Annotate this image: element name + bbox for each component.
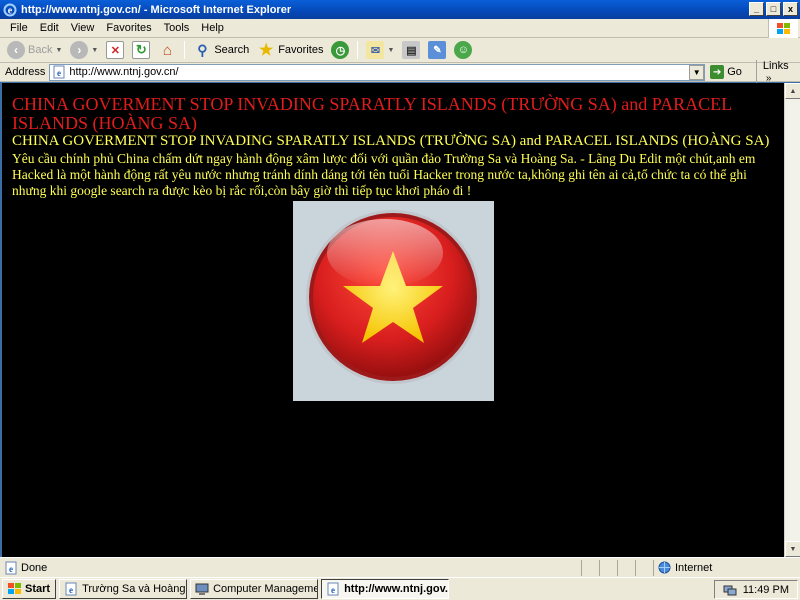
page-subheading: CHINA GOVERMENT STOP INVADING SPARATLY I…: [12, 133, 770, 149]
ie-page-icon: e: [327, 582, 339, 596]
history-button[interactable]: ◷: [328, 39, 352, 61]
toolbar: ‹ Back ▼ › ▼ ✕ ↻ ⌂ ⚲ Search ★ Favorites …: [0, 38, 800, 63]
menu-file[interactable]: File: [4, 22, 34, 34]
stop-icon: ✕: [106, 41, 125, 59]
mail-icon: ✉: [366, 41, 385, 59]
system-tray: 11:49 PM: [713, 580, 798, 599]
menu-bar: File Edit View Favorites Tools Help: [0, 19, 800, 38]
start-label: Start: [25, 583, 51, 595]
edit-page-icon: ✎: [428, 41, 447, 59]
links-toolbar[interactable]: Links »: [755, 60, 800, 84]
status-cell: [599, 559, 617, 576]
favorites-label: Favorites: [278, 44, 324, 56]
edit-button[interactable]: ✎: [425, 39, 449, 61]
page-done-icon: e: [5, 561, 17, 574]
close-button[interactable]: x: [783, 2, 798, 16]
home-button[interactable]: ⌂: [155, 39, 179, 61]
home-icon: ⌂: [162, 41, 172, 59]
printer-icon: ▤: [402, 41, 421, 59]
links-label: Links: [762, 60, 789, 72]
favorites-button[interactable]: ★ Favorites: [254, 39, 326, 61]
page-icon: e: [53, 65, 65, 79]
status-cell: [617, 559, 635, 576]
computer-management-icon: [195, 583, 209, 595]
search-icon: ⚲: [197, 41, 208, 58]
taskbar-item-computer-management[interactable]: Computer Management: [190, 579, 319, 599]
back-button[interactable]: ‹ Back ▼: [4, 39, 65, 61]
address-input[interactable]: e http://www.ntnj.gov.cn/ ▼: [49, 63, 706, 81]
search-label: Search: [214, 44, 250, 56]
toolbar-separator: [184, 41, 186, 59]
history-icon: ◷: [331, 41, 350, 59]
svg-text:e: e: [69, 585, 73, 595]
messenger-icon: ☺: [454, 41, 473, 59]
address-label: Address: [5, 66, 46, 78]
ie-logo-icon: e: [3, 3, 17, 16]
svg-text:e: e: [57, 68, 61, 78]
windows-logo-icon: [8, 583, 21, 594]
menu-edit[interactable]: Edit: [34, 22, 65, 34]
refresh-button[interactable]: ↻: [129, 39, 153, 61]
maximize-button[interactable]: □: [766, 2, 781, 16]
svg-text:e: e: [331, 585, 335, 595]
address-url: http://www.ntnj.gov.cn/: [69, 66, 179, 78]
window-controls: _ □ x: [749, 2, 798, 16]
toolbar-separator: [357, 41, 359, 59]
chevron-down-icon: ▼: [55, 46, 63, 54]
taskbar-item-truong-sa[interactable]: e Trường Sa và Hoàng Sa l...: [59, 579, 188, 599]
page-heading: CHINA GOVERMENT STOP INVADING SPARATLY I…: [12, 94, 732, 133]
stop-button[interactable]: ✕: [103, 39, 127, 61]
chevron-down-icon: ▼: [91, 46, 99, 54]
status-text: Done: [21, 561, 48, 574]
back-label: Back: [28, 44, 53, 56]
page-content: CHINA GOVERMENT STOP INVADING SPARATLY I…: [2, 83, 784, 557]
print-button[interactable]: ▤: [399, 39, 423, 61]
back-arrow-icon: ‹: [7, 41, 25, 59]
taskbar-item-label: Trường Sa và Hoàng Sa l...: [82, 583, 186, 595]
clock[interactable]: 11:49 PM: [743, 584, 789, 596]
svg-text:e: e: [9, 564, 13, 574]
forward-arrow-icon: ›: [70, 41, 89, 59]
taskbar: Start e Trường Sa và Hoàng Sa l... Compu…: [0, 577, 800, 600]
go-arrow-icon: ➔: [710, 65, 725, 79]
search-button[interactable]: ⚲ Search: [190, 39, 252, 61]
forward-button[interactable]: › ▼: [67, 39, 101, 61]
chevron-down-icon: ▼: [387, 46, 395, 54]
taskbar-item-label: Computer Management: [213, 583, 319, 595]
title-bar: e http://www.ntnj.gov.cn/ - Microsoft In…: [0, 0, 800, 19]
scroll-up-button[interactable]: ▲: [785, 83, 800, 99]
status-bar: e Done Internet: [0, 557, 800, 577]
svg-text:e: e: [8, 5, 13, 16]
ie-page-icon: e: [65, 582, 77, 596]
status-cell: [581, 559, 599, 576]
globe-icon: [658, 561, 671, 574]
go-label: Go: [727, 66, 742, 78]
zone-label: Internet: [675, 561, 713, 574]
mail-button[interactable]: ✉ ▼: [363, 39, 397, 61]
go-button[interactable]: ➔ Go: [710, 65, 742, 79]
page-body-text: Yêu cầu chính phủ China chấm dứt ngay hà…: [12, 151, 756, 198]
minimize-button[interactable]: _: [749, 2, 764, 16]
network-icon[interactable]: [723, 583, 737, 597]
messenger-button[interactable]: ☺: [451, 39, 475, 61]
security-zone: Internet: [653, 559, 773, 576]
menu-help[interactable]: Help: [195, 22, 230, 34]
menu-tools[interactable]: Tools: [158, 22, 196, 34]
status-cell: [635, 559, 653, 576]
windows-logo-icon: [768, 19, 798, 38]
window-title: http://www.ntnj.gov.cn/ - Microsoft Inte…: [21, 3, 292, 16]
star-icon: ★: [259, 42, 274, 59]
taskbar-item-ntnj[interactable]: e http://www.ntnj.gov....: [321, 579, 450, 599]
refresh-icon: ↻: [132, 41, 151, 59]
menu-favorites[interactable]: Favorites: [100, 22, 157, 34]
flag-button-icon: [306, 210, 480, 384]
taskbar-item-label: http://www.ntnj.gov....: [344, 583, 450, 595]
start-button[interactable]: Start: [2, 579, 57, 599]
address-dropdown-button[interactable]: ▼: [689, 64, 705, 80]
scroll-down-button[interactable]: ▼: [785, 541, 800, 557]
vertical-scrollbar[interactable]: ▲ ▼: [784, 83, 800, 557]
menu-view[interactable]: View: [65, 22, 101, 34]
vietnam-flag-image: [293, 201, 494, 401]
address-bar: Address e http://www.ntnj.gov.cn/ ▼ ➔ Go…: [0, 60, 800, 84]
